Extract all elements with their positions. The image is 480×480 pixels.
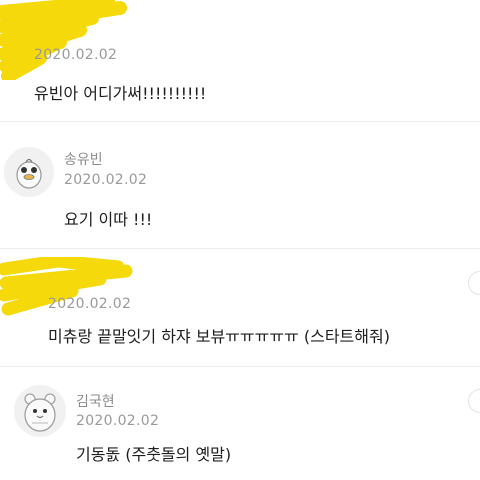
comment-item: 송유빈 2020.02.02 요기 이따 !!! <box>0 122 480 248</box>
avatar[interactable] <box>14 385 66 437</box>
comment-item: 김국현 2020.02.02 기동돐 (주춧돌의 옛말) <box>0 367 480 480</box>
duck-avatar-icon <box>4 147 54 197</box>
hamster-avatar-icon <box>14 385 66 437</box>
more-options-button[interactable] <box>468 389 480 413</box>
comment-date: 2020.02.02 <box>34 47 118 63</box>
avatar[interactable] <box>4 147 54 197</box>
comment-text: 기동돐 (주춧돌의 옛말) <box>76 445 232 464</box>
comment-text: 유빈아 어디가써!!!!!!!!!! <box>34 84 207 103</box>
redaction-scribble <box>0 0 127 80</box>
comment-item: 2020.02.02 유빈아 어디가써!!!!!!!!!! <box>0 0 480 122</box>
comment-text: 미츄랑 끝말잇기 하쟈 보뷰ㅠㅠㅠㅠㅠ (스타트해줘) <box>48 327 390 346</box>
comment-date: 2020.02.02 <box>76 413 160 429</box>
comment-date: 2020.02.02 <box>48 296 132 312</box>
comment-text: 요기 이따 !!! <box>64 210 153 229</box>
comment-nickname[interactable]: 송유빈 <box>64 149 103 169</box>
comment-item: 2020.02.02 미츄랑 끝말잇기 하쟈 보뷰ㅠㅠㅠㅠㅠ (스타트해줘) <box>0 249 480 367</box>
comment-date: 2020.02.02 <box>64 172 148 188</box>
more-options-button[interactable] <box>468 271 480 295</box>
comment-nickname[interactable]: 김국현 <box>76 391 115 411</box>
